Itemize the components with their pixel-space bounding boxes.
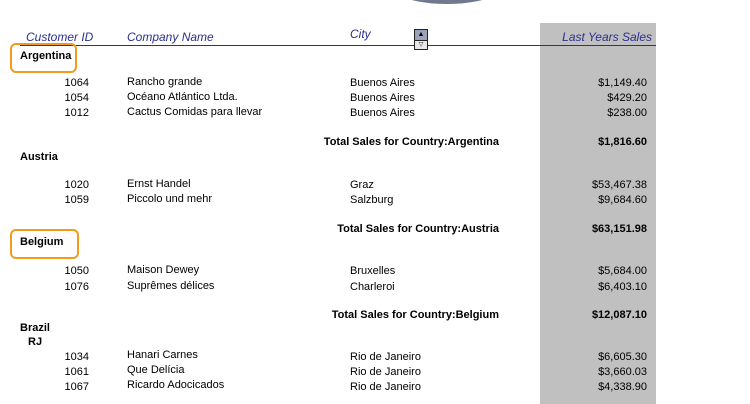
city-cell: Buenos Aires bbox=[350, 77, 415, 89]
sales-cell: $3,660.03 bbox=[598, 366, 647, 378]
city-cell: Bruxelles bbox=[350, 265, 396, 277]
city-cell: Buenos Aires bbox=[350, 107, 415, 119]
sales-cell: $4,338.90 bbox=[598, 381, 647, 393]
city-cell: Salzburg bbox=[350, 194, 394, 206]
country-heading: Austria bbox=[20, 151, 58, 163]
header-city: City bbox=[350, 27, 371, 41]
sales-cell: $6,605.30 bbox=[598, 351, 647, 363]
country-total-label: Total Sales for Country:Belgium bbox=[331, 309, 499, 321]
country-total-value: $12,087.10 bbox=[591, 309, 647, 321]
city-cell: Rio de Janeiro bbox=[350, 351, 421, 363]
column-scroll-control[interactable]: ▲ ▽ bbox=[414, 29, 428, 50]
city-cell: Rio de Janeiro bbox=[350, 381, 421, 393]
customer-id-cell: 1059 bbox=[64, 194, 89, 206]
highlight-box bbox=[10, 43, 77, 73]
sales-cell: $5,684.00 bbox=[598, 265, 647, 277]
customer-id-cell: 1061 bbox=[64, 366, 89, 378]
city-cell: Rio de Janeiro bbox=[350, 366, 421, 378]
company-name-cell: Que Delícia bbox=[127, 364, 185, 376]
country-total-value: $1,816.60 bbox=[598, 136, 647, 148]
customer-id-cell: 1064 bbox=[64, 77, 89, 89]
highlight-box bbox=[10, 229, 79, 259]
customer-id-cell: 1012 bbox=[64, 107, 89, 119]
sales-cell: $238.00 bbox=[607, 107, 647, 119]
header-customer-id: Customer ID bbox=[26, 30, 94, 44]
sales-cell: $429.20 bbox=[607, 92, 647, 104]
scroll-down-arrow-icon[interactable]: ▽ bbox=[414, 40, 428, 50]
sales-cell: $1,149.40 bbox=[598, 77, 647, 89]
header-underline bbox=[20, 45, 656, 46]
country-total-value: $63,151.98 bbox=[591, 223, 647, 235]
sales-cell: $53,467.38 bbox=[591, 179, 647, 191]
city-cell: Graz bbox=[350, 179, 374, 191]
customer-id-cell: 1050 bbox=[64, 265, 89, 277]
company-name-cell: Ricardo Adocicados bbox=[127, 379, 225, 391]
customer-id-cell: 1054 bbox=[64, 92, 89, 104]
customer-id-cell: 1067 bbox=[64, 381, 89, 393]
company-name-cell: Rancho grande bbox=[127, 76, 203, 88]
city-cell: Charleroi bbox=[350, 281, 395, 293]
header-last-years-sales: Last Years Sales bbox=[562, 30, 652, 44]
company-name-cell: Suprêmes délices bbox=[127, 280, 215, 292]
sales-cell: $9,684.60 bbox=[598, 194, 647, 206]
company-name-cell: Piccolo und mehr bbox=[127, 193, 212, 205]
header-company-name: Company Name bbox=[127, 30, 214, 44]
company-name-cell: Hanari Carnes bbox=[127, 349, 198, 361]
country-heading: Brazil bbox=[20, 322, 50, 334]
customer-id-cell: 1076 bbox=[64, 281, 89, 293]
company-name-cell: Océano Atlántico Ltda. bbox=[127, 91, 238, 103]
customer-id-cell: 1034 bbox=[64, 351, 89, 363]
company-name-cell: Cactus Comidas para llevar bbox=[127, 106, 263, 118]
city-cell: Buenos Aires bbox=[350, 92, 415, 104]
country-total-label: Total Sales for Country:Austria bbox=[337, 223, 499, 235]
region-heading: RJ bbox=[28, 336, 43, 348]
company-name-cell: Ernst Handel bbox=[127, 178, 191, 190]
country-total-label: Total Sales for Country:Argentina bbox=[323, 136, 499, 148]
customer-id-cell: 1020 bbox=[64, 179, 89, 191]
sales-cell: $6,403.10 bbox=[598, 281, 647, 293]
company-name-cell: Maison Dewey bbox=[127, 264, 200, 276]
decorative-top-shape bbox=[387, 0, 507, 4]
